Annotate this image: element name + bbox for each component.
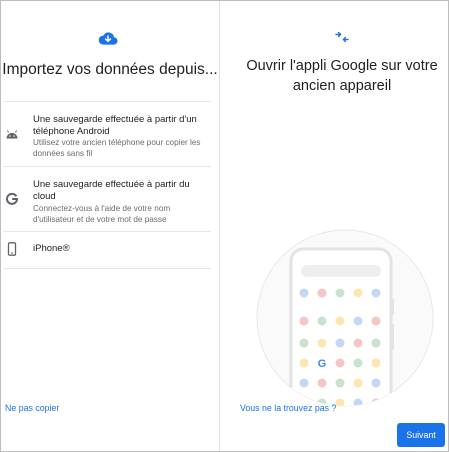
google-app-icon: G xyxy=(318,358,327,370)
app-dot xyxy=(371,358,381,368)
app-dot xyxy=(371,378,381,388)
app-dot xyxy=(317,378,327,388)
option-title: Une sauvegarde effectuée à partir d'un t… xyxy=(33,114,197,137)
option-title: iPhone® xyxy=(33,243,70,254)
list-divider xyxy=(3,268,211,269)
app-dot xyxy=(371,338,381,348)
skip-copy-link[interactable]: Ne pas copier xyxy=(5,403,59,413)
app-dot xyxy=(353,288,363,298)
app-dot xyxy=(335,358,345,368)
app-dot xyxy=(371,288,381,298)
page-title: Ouvrir l'appli Google sur votre ancien a… xyxy=(246,58,438,94)
app-dot xyxy=(317,316,327,326)
import-source-screen: Importez vos données depuis... Une sauve… xyxy=(1,1,219,451)
connect-arrows-icon xyxy=(335,31,349,43)
app-dot xyxy=(353,378,363,388)
android-icon xyxy=(6,130,18,139)
app-dot xyxy=(335,338,345,348)
app-dot xyxy=(335,288,345,298)
cloud-download-icon xyxy=(98,32,118,45)
option-description: Utilisez votre ancien téléphone pour cop… xyxy=(33,138,201,158)
page-title: Importez vos données depuis... xyxy=(2,61,218,78)
cant-find-app-link[interactable]: Vous ne la trouvez pas ? xyxy=(240,403,336,413)
option-android-backup[interactable]: Une sauvegarde effectuée à partir d'un t… xyxy=(1,102,211,166)
app-dot xyxy=(299,358,309,368)
app-dot xyxy=(299,338,309,348)
import-options-list: Une sauvegarde effectuée à partir d'un t… xyxy=(1,101,211,269)
app-dot xyxy=(371,316,381,326)
app-dot xyxy=(353,338,363,348)
iphone-icon xyxy=(7,242,17,256)
phone-illustration: G xyxy=(256,229,434,407)
app-dot xyxy=(317,288,327,298)
google-g-icon xyxy=(6,192,19,205)
app-dot xyxy=(353,358,363,368)
open-google-app-screen: Ouvrir l'appli Google sur votre ancien a… xyxy=(220,1,448,451)
app-dot xyxy=(299,316,309,326)
option-cloud-backup[interactable]: Une sauvegarde effectuée à partir du clo… xyxy=(1,167,211,231)
app-dot xyxy=(335,378,345,388)
app-dot xyxy=(317,338,327,348)
app-dot xyxy=(335,316,345,326)
option-iphone[interactable]: iPhone® xyxy=(1,232,211,268)
app-dot xyxy=(299,378,309,388)
app-dot xyxy=(353,316,363,326)
app-dot xyxy=(299,288,309,298)
option-description: Connectez-vous à l'aide de votre nom d'u… xyxy=(33,204,171,224)
next-button[interactable]: Suivant xyxy=(397,423,445,447)
option-title: Une sauvegarde effectuée à partir du clo… xyxy=(33,179,190,202)
